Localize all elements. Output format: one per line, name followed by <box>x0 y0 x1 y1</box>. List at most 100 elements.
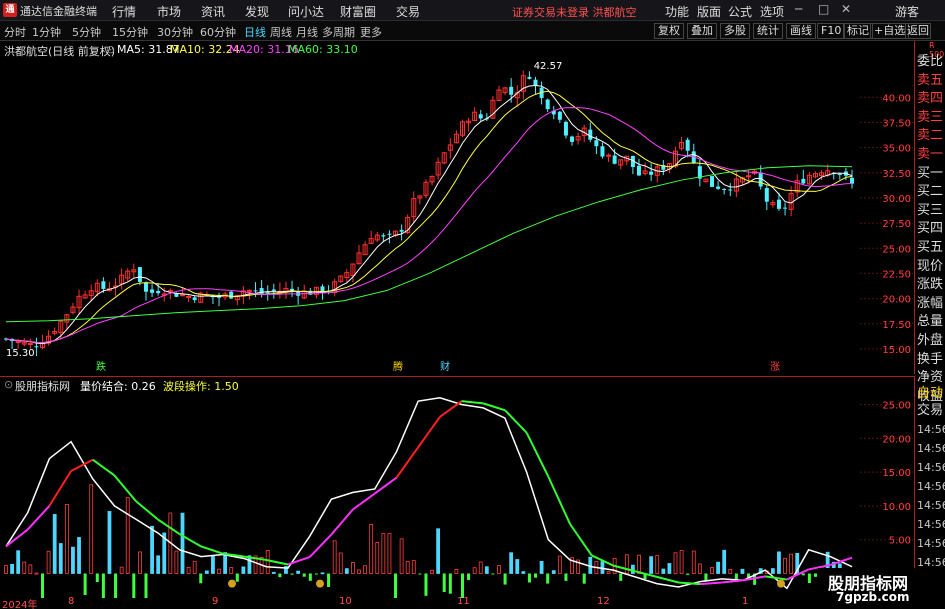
indicator-plot: 25.0020.0015.0010.005.000.00 <box>4 396 913 598</box>
quote-field-label[interactable]: 卖五 <box>917 72 945 90</box>
menu-discover[interactable]: 发现 <box>245 3 269 20</box>
volume-bar <box>436 528 441 574</box>
coin-icon <box>777 579 785 588</box>
candle-body <box>594 140 599 147</box>
candle-body <box>27 343 33 346</box>
guest-label[interactable]: 游客 <box>895 3 919 20</box>
mark-button[interactable]: 标记 <box>843 23 873 39</box>
quote-field-label[interactable]: 现价 <box>917 258 945 276</box>
indicator-wave-line <box>5 528 29 548</box>
tick-time: 14:56 <box>917 499 945 512</box>
menu-options[interactable]: 选项 <box>760 3 784 20</box>
stats-button[interactable]: 统计 <box>753 23 783 39</box>
menu-trade[interactable]: 交易 <box>396 3 420 20</box>
quote-field-label[interactable]: 外盘 <box>917 332 945 350</box>
tick-time: 14:56 <box>917 537 945 550</box>
candle-body <box>606 154 612 157</box>
volume-bar <box>503 573 507 585</box>
period-weekly[interactable]: 周线 <box>270 24 292 40</box>
quote-field-label[interactable]: 卖三 <box>917 109 945 127</box>
volume-bar <box>95 573 99 583</box>
volume-bar <box>271 571 276 574</box>
menu-layout[interactable]: 版面 <box>697 3 721 20</box>
y-tick-label: 15.00 <box>882 468 911 479</box>
menu-ask[interactable]: 问小达 <box>288 3 324 20</box>
quote-field-label[interactable]: 买二 <box>917 183 945 201</box>
event-marker: 涨 <box>770 361 780 373</box>
auto-label[interactable]: 自动 <box>917 385 945 403</box>
period-daily[interactable]: 日线 <box>244 24 266 40</box>
indicator-wave-line <box>352 492 376 511</box>
x-label: 12 <box>597 596 610 607</box>
overlay-button[interactable]: 叠加 <box>687 23 717 39</box>
add-favorite-button[interactable]: +自选 <box>870 23 910 39</box>
volume-bar <box>107 511 112 574</box>
quote-field-label[interactable]: 卖四 <box>917 90 945 108</box>
candle-body <box>557 111 562 120</box>
volume-bar <box>399 538 404 574</box>
period-60min[interactable]: 60分钟 <box>200 24 236 40</box>
period-30min[interactable]: 30分钟 <box>157 24 193 40</box>
y-tick-label: 20.00 <box>882 434 911 445</box>
period-more[interactable]: 更多 <box>360 24 382 40</box>
quote-field-label[interactable]: 买四 <box>917 220 945 238</box>
y-tick-label: 25.00 <box>882 401 911 412</box>
maximize-icon[interactable]: □ <box>818 2 829 16</box>
volume-bar <box>34 572 39 575</box>
trade-label[interactable]: 交易 <box>917 402 945 420</box>
event-marker: 跌 <box>96 360 106 373</box>
back-button[interactable]: 返回 <box>905 23 931 39</box>
menu-wealth[interactable]: 财富圈 <box>340 3 376 20</box>
volume-bar <box>327 573 331 587</box>
quote-field-label[interactable]: 卖二 <box>917 127 945 145</box>
quote-field-label[interactable]: 买一 <box>917 165 945 183</box>
quote-field-label[interactable]: 卖一 <box>917 146 945 164</box>
period-1min[interactable]: 1分钟 <box>32 24 61 40</box>
quote-field-label[interactable]: 委比 <box>917 53 945 71</box>
main-kline-chart[interactable]: 洪都航空(日线 前复权) ⊙ MA5: 31.87 MA10: 32.24 MA… <box>0 41 915 374</box>
volume-bar <box>16 550 21 574</box>
f10-button[interactable]: F10 <box>817 23 846 39</box>
indicator-wave-line <box>48 470 72 507</box>
indicator-wave-line <box>547 476 571 525</box>
volume-bar <box>192 560 197 574</box>
volume-bar <box>564 573 568 581</box>
minimize-icon[interactable]: ─ <box>795 2 802 16</box>
menu-news[interactable]: 资讯 <box>201 3 225 20</box>
period-15min[interactable]: 15分钟 <box>112 24 148 40</box>
period-5min[interactable]: 5分钟 <box>72 24 101 40</box>
close-icon[interactable]: ✕ <box>841 2 851 16</box>
tick-time: 14:56 <box>917 518 945 531</box>
candle-body <box>192 297 197 301</box>
candle-body <box>271 289 276 292</box>
volume-bar <box>521 571 526 574</box>
quote-field-label[interactable]: 换手 <box>917 351 945 369</box>
menu-function[interactable]: 功能 <box>665 3 689 20</box>
quote-field-label[interactable]: 涨幅 <box>917 295 945 313</box>
adjust-button[interactable]: 复权 <box>654 23 684 39</box>
menu-market[interactable]: 市场 <box>157 3 181 20</box>
volume-bar <box>344 568 349 574</box>
quote-field-label[interactable]: 涨跌 <box>917 276 945 294</box>
candle-body <box>746 175 752 178</box>
quote-field-label[interactable]: 总量 <box>917 313 945 331</box>
period-tick[interactable]: 分时 <box>4 24 26 40</box>
quote-field-label[interactable]: 买五 <box>917 239 945 257</box>
candle-body <box>137 267 142 282</box>
period-monthly[interactable]: 月线 <box>296 24 318 40</box>
menu-quotes[interactable]: 行情 <box>112 3 136 20</box>
volume-bar <box>132 573 136 598</box>
indicator-wave-line <box>721 579 744 584</box>
candle-body <box>150 289 155 293</box>
period-multi[interactable]: 多周期 <box>322 24 355 40</box>
candle-body <box>716 186 721 189</box>
indicator-chart[interactable]: ⊙ 股朋指标网 量价结合: 0.26 波段操作: 1.50 25.00 20.00… <box>0 376 915 598</box>
menu-formula[interactable]: 公式 <box>728 3 752 20</box>
indicator-wave-line <box>287 556 311 566</box>
indicator-wave-line <box>395 446 419 479</box>
draw-button[interactable]: 画线 <box>786 23 816 39</box>
volume-bar <box>491 573 495 575</box>
quote-field-label[interactable]: 买三 <box>917 202 945 220</box>
multi-stock-button[interactable]: 多股 <box>720 23 750 39</box>
y-tick-label: 37.50 <box>882 118 911 129</box>
